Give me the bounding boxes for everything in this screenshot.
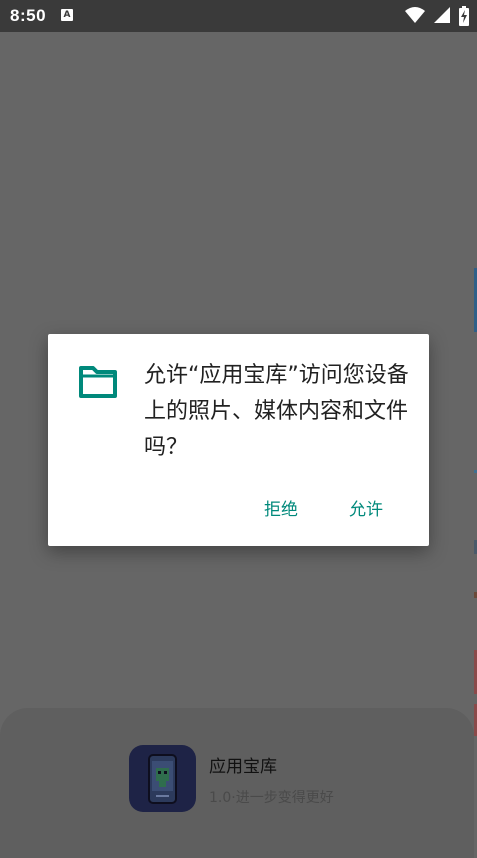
status-time: 8:50 [10, 6, 47, 25]
dialog-message: 允许“应用宝库”访问您设备上的照片、媒体内容和文件吗？ [144, 363, 409, 460]
wifi-icon [404, 7, 425, 23]
allow-button[interactable]: 允许 [345, 492, 387, 528]
app-name: 应用宝库 [209, 757, 277, 777]
app-logo-icon [129, 745, 196, 812]
signal-icon [433, 7, 450, 23]
bottom-sheet [0, 708, 474, 858]
status-icons [401, 6, 469, 26]
status-bar: 8:50 A [0, 0, 477, 32]
permission-dialog: 允许“应用宝库”访问您设备上的照片、媒体内容和文件吗？ 拒绝 允许 [48, 334, 429, 546]
folder-icon [79, 366, 117, 398]
app-subtitle: 1.0·进一步变得更好 [209, 790, 334, 806]
battery-charging-icon [459, 6, 469, 26]
deny-button[interactable]: 拒绝 [260, 492, 302, 528]
notification-a-icon: A [61, 9, 73, 21]
